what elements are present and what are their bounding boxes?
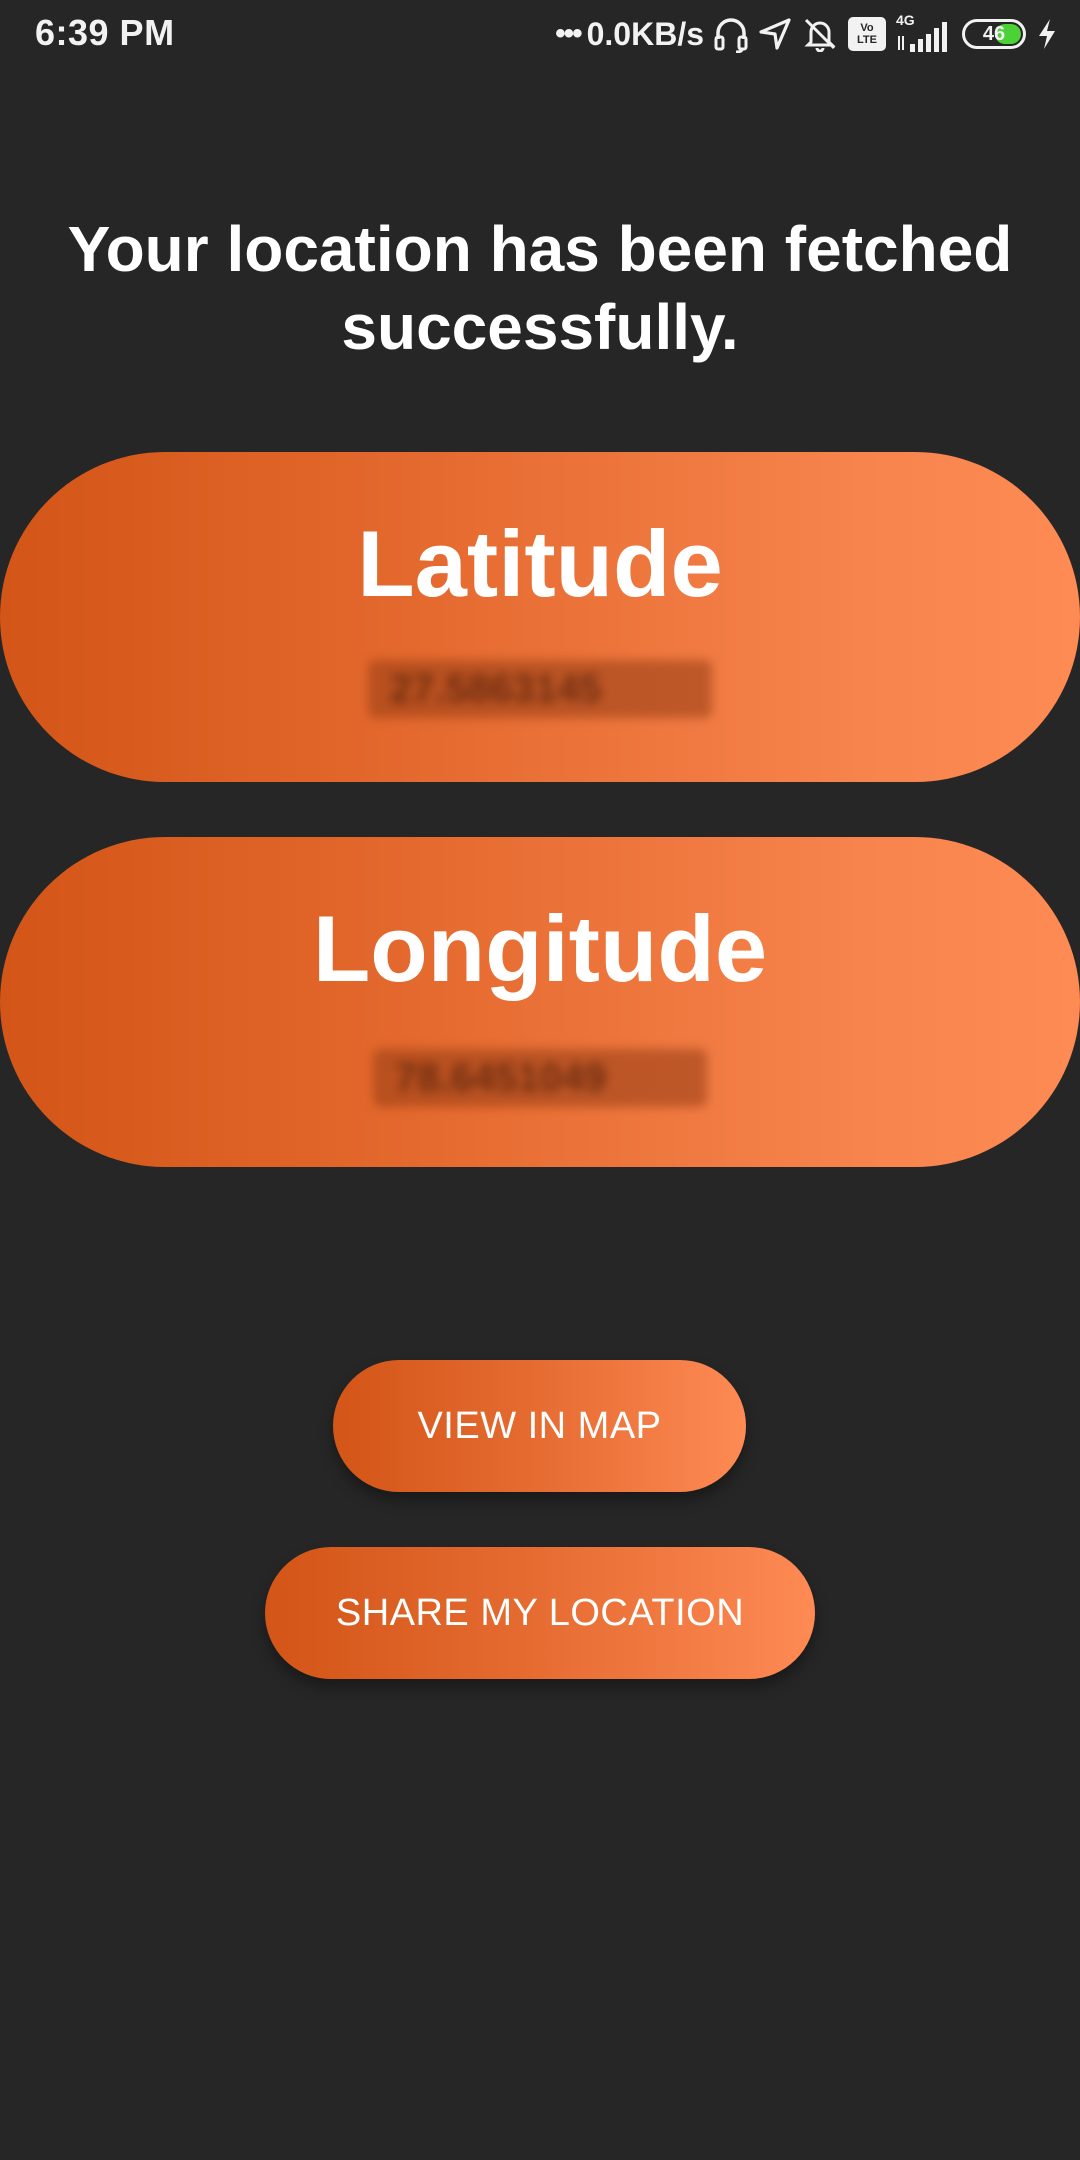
latitude-title: Latitude bbox=[357, 511, 723, 616]
battery-icon: 46 bbox=[962, 19, 1026, 49]
status-time: 6:39 PM bbox=[35, 12, 175, 53]
status-bar: 6:39 PM ••• 0.0KB/s Vo LTE 4G 46 bbox=[0, 0, 1080, 68]
headset-icon bbox=[714, 15, 748, 53]
status-icons: ••• 0.0KB/s Vo LTE 4G 46 bbox=[555, 10, 1058, 58]
battery-level: 46 bbox=[982, 22, 1006, 45]
latitude-value: 27.5863145 bbox=[368, 660, 712, 718]
share-location-button[interactable]: SHARE MY LOCATION bbox=[265, 1547, 815, 1679]
signal-icon: 4G bbox=[896, 12, 952, 54]
view-in-map-button[interactable]: VIEW IN MAP bbox=[333, 1360, 746, 1492]
longitude-card: Longitude 78.6451049 bbox=[0, 837, 1080, 1167]
network-speed: 0.0KB/s bbox=[586, 15, 704, 52]
latitude-card: Latitude 27.5863145 bbox=[0, 452, 1080, 782]
longitude-title: Longitude bbox=[312, 896, 768, 1001]
bell-muted-icon bbox=[802, 16, 838, 52]
volte-icon: Vo LTE bbox=[848, 17, 886, 51]
charging-bolt-icon bbox=[1036, 17, 1058, 51]
location-arrow-icon bbox=[758, 17, 792, 51]
more-notifications-icon: ••• bbox=[555, 17, 582, 50]
longitude-value: 78.6451049 bbox=[373, 1049, 707, 1107]
page-title: Your location has been fetched successfu… bbox=[67, 213, 1013, 363]
